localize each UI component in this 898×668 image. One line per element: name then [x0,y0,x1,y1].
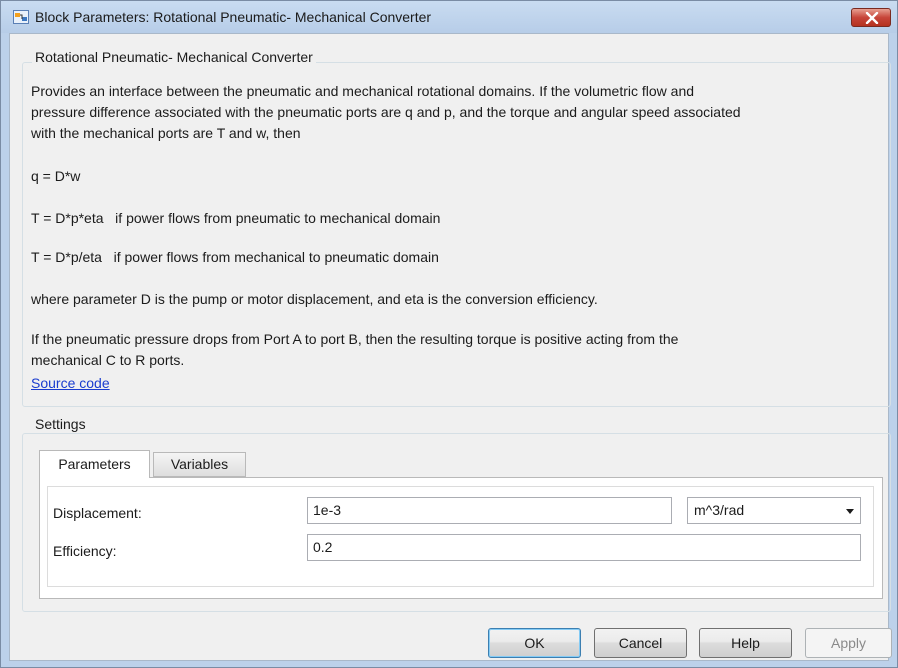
efficiency-input[interactable]: 0.2 [307,534,861,561]
equation-flow: q = D*w [31,168,81,184]
sign-convention-line-1: If the pneumatic pressure drops from Por… [31,331,679,347]
description-line-1: Provides an interface between the pneuma… [31,83,695,99]
title-bar[interactable]: Block Parameters: Rotational Pneumatic- … [1,1,897,33]
close-button[interactable] [851,8,891,27]
ok-button[interactable]: OK [488,628,581,658]
dialog-window: Block Parameters: Rotational Pneumatic- … [0,0,898,668]
parameter-description: where parameter D is the pump or motor d… [31,291,598,307]
equation-torque-mechanical-to-pneumatic: T = D*p/eta if power flows from mechanic… [31,249,439,265]
equation-torque-pneumatic-to-mechanical: T = D*p*eta if power flows from pneumati… [31,210,441,226]
description-line-2: pressure difference associated with the … [31,104,741,120]
apply-button[interactable]: Apply [805,628,892,658]
tab-parameters[interactable]: Parameters [39,450,150,478]
displacement-label: Displacement: [53,505,142,521]
displacement-unit-select[interactable]: m^3/rad [687,497,861,524]
settings-group-title: Settings [32,416,89,432]
description-line-3: with the mechanical ports are T and w, t… [31,125,301,141]
simulink-block-icon [13,9,29,25]
source-code-link[interactable]: Source code [31,375,110,391]
displacement-input[interactable]: 1e-3 [307,497,672,524]
parameters-panel: Displacement: 1e-3 m^3/rad Efficiency: 0… [39,477,883,599]
cancel-button[interactable]: Cancel [594,628,687,658]
efficiency-label: Efficiency: [53,543,117,559]
chevron-down-icon [846,509,854,514]
tab-variables[interactable]: Variables [153,452,246,477]
help-button[interactable]: Help [699,628,792,658]
displacement-unit-value: m^3/rad [694,502,745,518]
sign-convention-line-2: mechanical C to R ports. [31,352,185,368]
description-group-title: Rotational Pneumatic- Mechanical Convert… [32,49,316,65]
window-title: Block Parameters: Rotational Pneumatic- … [35,9,432,25]
close-icon [865,12,879,24]
